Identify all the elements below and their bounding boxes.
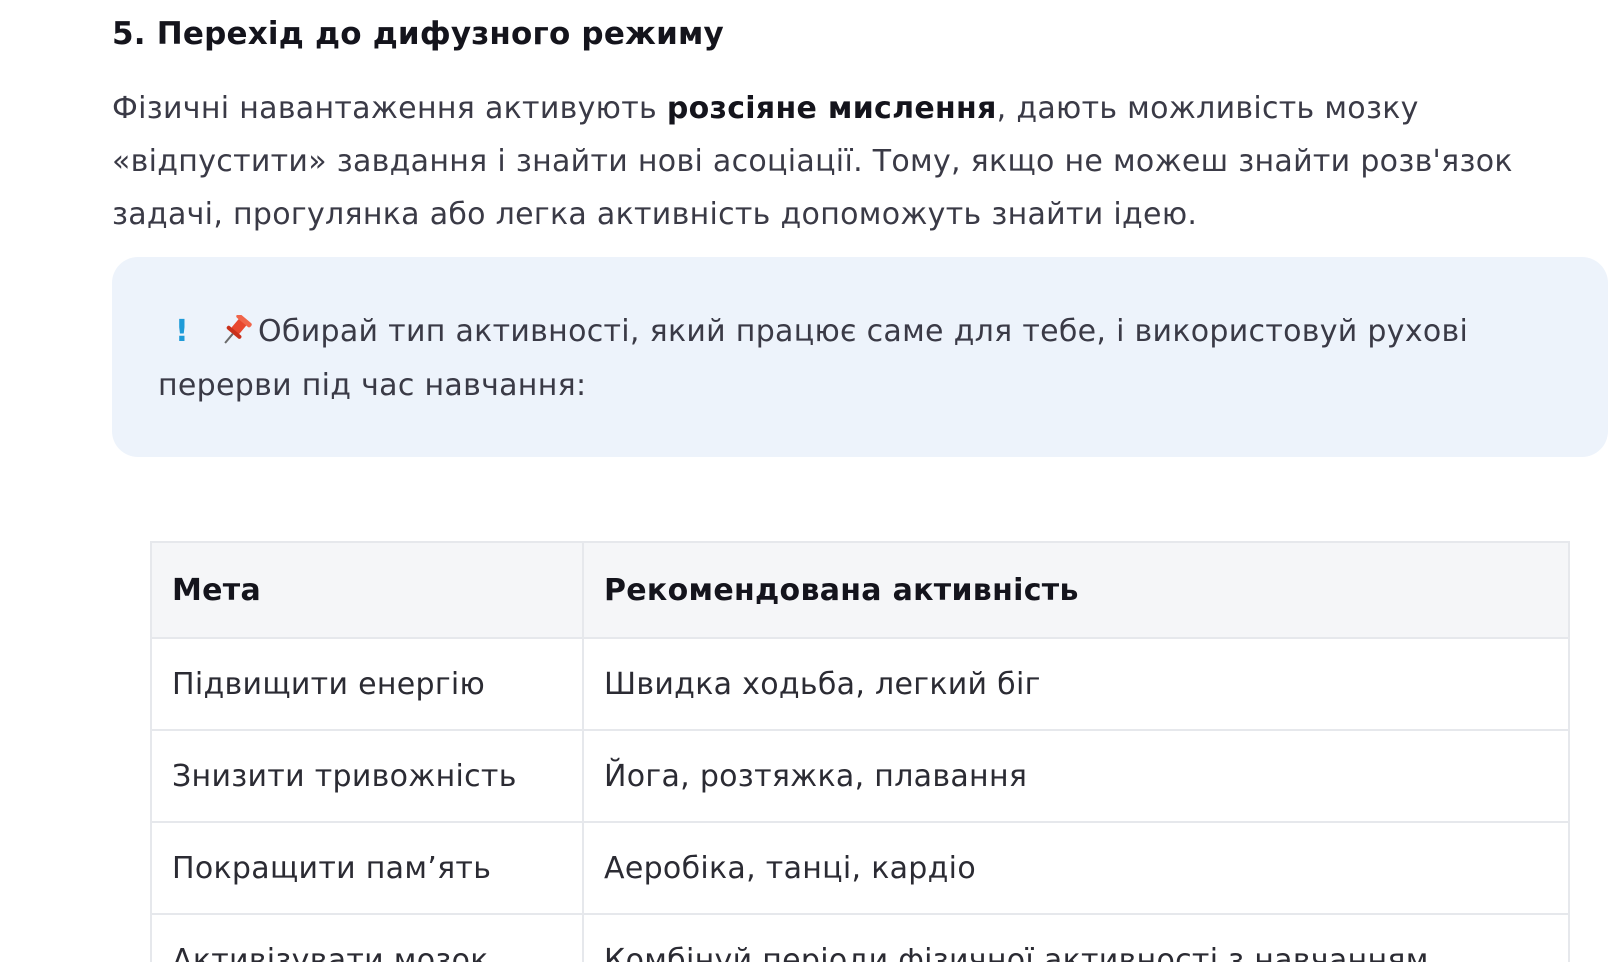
cell-activity: Комбінуй періоди фізичної активності з н…: [582, 913, 1570, 962]
callout-text: Обирай тип активності, який працює саме …: [158, 314, 1469, 403]
table-row: Активізувати мозок Комбінуй періоди фізи…: [150, 913, 1570, 962]
exclamation-icon: !: [175, 314, 189, 349]
cell-goal: Знизити тривожність: [150, 729, 584, 823]
pushpin-icon: [214, 309, 258, 344]
table-row: Підвищити енергію Швидка ходьба, легкий …: [150, 637, 1570, 731]
cell-activity: Швидка ходьба, легкий біг: [582, 637, 1570, 731]
cell-goal: Підвищити енергію: [150, 637, 584, 731]
cell-activity: Йога, розтяжка, плавання: [582, 729, 1570, 823]
activity-table: Мета Рекомендована активність Підвищити …: [150, 541, 1570, 962]
section-paragraph: Фізичні навантаження активують розсіяне …: [112, 82, 1582, 241]
column-header-goal: Мета: [150, 541, 584, 639]
table-header-row: Мета Рекомендована активність: [150, 541, 1570, 639]
tip-callout: ! Обирай тип активності, який працює саме…: [112, 257, 1608, 457]
cell-activity: Аеробіка, танці, кардіо: [582, 821, 1570, 915]
table-row: Покращити пам’ять Аеробіка, танці, карді…: [150, 821, 1570, 915]
cell-goal: Активізувати мозок: [150, 913, 584, 962]
paragraph-bold-term: розсіяне мислення: [666, 91, 997, 126]
paragraph-text-start: Фізичні навантаження активують: [112, 91, 667, 126]
cell-goal: Покращити пам’ять: [150, 821, 584, 915]
table-row: Знизити тривожність Йога, розтяжка, плав…: [150, 729, 1570, 823]
column-header-activity: Рекомендована активність: [582, 541, 1570, 639]
callout-body: ! Обирай тип активності, який працює саме…: [158, 305, 1578, 413]
section-heading: 5. Перехід до дифузного режиму: [112, 16, 724, 52]
